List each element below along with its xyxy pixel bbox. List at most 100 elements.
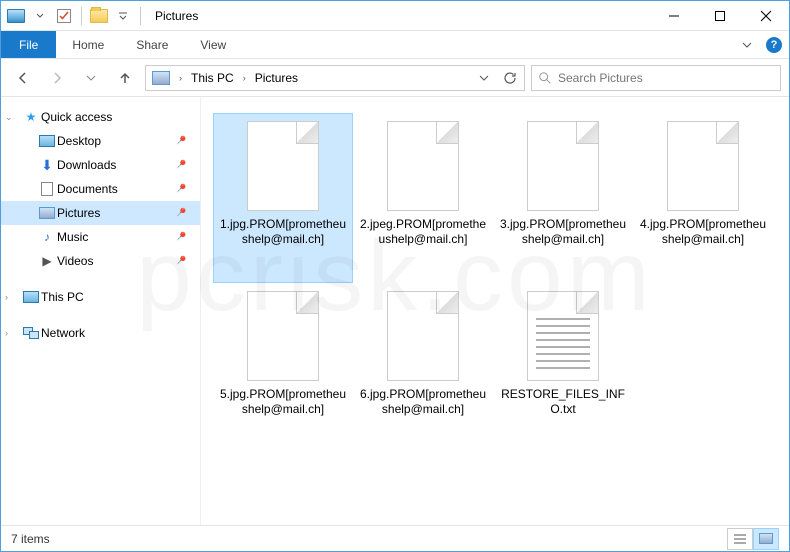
nav-bar: › This PC › Pictures (1, 59, 789, 97)
search-box[interactable] (531, 65, 781, 91)
file-tile[interactable]: 2.jpeg.PROM[prometheushelp@mail.ch] (353, 113, 493, 283)
address-dropdown[interactable] (472, 66, 496, 90)
videos-icon: ▶ (37, 254, 57, 268)
file-name: 2.jpeg.PROM[prometheushelp@mail.ch] (357, 217, 489, 247)
expand-icon[interactable]: › (5, 328, 8, 338)
pin-icon: 📍 (171, 181, 188, 198)
location-folder-icon[interactable] (88, 5, 110, 27)
pin-icon: 📍 (171, 229, 188, 246)
file-name: 6.jpg.PROM[prometheushelp@mail.ch] (357, 387, 489, 417)
pin-icon: 📍 (171, 253, 188, 270)
ribbon: File Home Share View ? (1, 31, 789, 59)
monitor-icon (21, 291, 41, 303)
pictures-icon (37, 207, 57, 219)
address-bar[interactable]: › This PC › Pictures (145, 65, 525, 91)
help-button[interactable]: ? (759, 31, 789, 58)
main-area: ⌄ ★ Quick access Desktop📍⬇Downloads📍Docu… (1, 97, 789, 525)
nav-pane: ⌄ ★ Quick access Desktop📍⬇Downloads📍Docu… (1, 97, 201, 525)
chevron-right-icon[interactable]: › (176, 73, 185, 83)
sidebar-label: Quick access (41, 110, 112, 124)
crumb-pictures[interactable]: Pictures (251, 66, 302, 90)
search-input[interactable] (558, 71, 774, 85)
file-pane[interactable]: 1.jpg.PROM[prometheushelp@mail.ch] 2.jpeg… (201, 97, 789, 525)
file-name: 4.jpg.PROM[prometheushelp@mail.ch] (637, 217, 769, 247)
location-icon[interactable] (148, 66, 174, 90)
close-button[interactable] (743, 1, 789, 31)
back-button[interactable] (9, 64, 37, 92)
file-icon (667, 121, 739, 211)
view-large-icons-button[interactable] (753, 528, 779, 550)
tab-view[interactable]: View (184, 31, 242, 58)
up-button[interactable] (111, 64, 139, 92)
file-icon (387, 121, 459, 211)
file-tab[interactable]: File (1, 31, 56, 58)
sidebar-item-label: Desktop (57, 134, 101, 148)
search-icon (538, 71, 552, 85)
sidebar-item-music[interactable]: ♪Music 📍 (1, 225, 200, 249)
file-tile[interactable]: RESTORE_FILES_INFO.txt (493, 283, 633, 453)
status-bar: 7 items (1, 525, 789, 551)
pin-icon: 📍 (171, 133, 188, 150)
minimize-button[interactable] (651, 1, 697, 31)
sidebar-item-label: Documents (57, 182, 118, 196)
collapse-icon[interactable]: ⌄ (5, 112, 13, 123)
sidebar-item-label: Pictures (57, 206, 100, 220)
file-name: 3.jpg.PROM[prometheushelp@mail.ch] (497, 217, 629, 247)
sidebar-quick-access[interactable]: ⌄ ★ Quick access (1, 105, 200, 129)
sidebar-item-videos[interactable]: ▶Videos 📍 (1, 249, 200, 273)
sidebar-item-label: Music (57, 230, 88, 244)
sidebar-network[interactable]: › Network (1, 321, 200, 345)
ribbon-expand[interactable] (735, 31, 759, 58)
downloads-icon: ⬇ (37, 157, 57, 174)
file-icon (247, 121, 319, 211)
qat-customize[interactable] (112, 5, 134, 27)
file-tile[interactable]: 3.jpg.PROM[prometheushelp@mail.ch] (493, 113, 633, 283)
expand-icon[interactable]: › (5, 292, 8, 302)
file-tile[interactable]: 5.jpg.PROM[prometheushelp@mail.ch] (213, 283, 353, 453)
star-icon: ★ (21, 110, 41, 124)
maximize-button[interactable] (697, 1, 743, 31)
sidebar-label: Network (41, 326, 85, 340)
file-tile[interactable]: 4.jpg.PROM[prometheushelp@mail.ch] (633, 113, 773, 283)
refresh-button[interactable] (498, 66, 522, 90)
file-icon (387, 291, 459, 381)
separator (140, 7, 141, 25)
sidebar-item-label: Videos (57, 254, 93, 268)
sidebar-item-desktop[interactable]: Desktop 📍 (1, 129, 200, 153)
chevron-right-icon[interactable]: › (240, 73, 249, 83)
documents-icon (37, 182, 57, 196)
sidebar-item-label: Downloads (57, 158, 116, 172)
file-icon (247, 291, 319, 381)
window-controls (651, 1, 789, 31)
network-icon (21, 327, 41, 339)
sidebar-this-pc[interactable]: › This PC (1, 285, 200, 309)
file-icon (527, 121, 599, 211)
crumb-this-pc[interactable]: This PC (187, 66, 238, 90)
music-icon: ♪ (37, 230, 57, 244)
file-name: RESTORE_FILES_INFO.txt (497, 387, 629, 417)
tab-share[interactable]: Share (120, 31, 184, 58)
title-bar: Pictures (1, 1, 789, 31)
file-icon (527, 291, 599, 381)
file-tile[interactable]: 6.jpg.PROM[prometheushelp@mail.ch] (353, 283, 493, 453)
forward-button[interactable] (43, 64, 71, 92)
sidebar-item-downloads[interactable]: ⬇Downloads 📍 (1, 153, 200, 177)
pin-icon: 📍 (171, 157, 188, 174)
recent-dropdown[interactable] (77, 64, 105, 92)
qat-dropdown[interactable] (29, 5, 51, 27)
qat-properties[interactable] (53, 5, 75, 27)
view-details-button[interactable] (727, 528, 753, 550)
explorer-app-icon[interactable] (5, 5, 27, 27)
separator (81, 7, 82, 25)
file-name: 1.jpg.PROM[prometheushelp@mail.ch] (217, 217, 349, 247)
desktop-icon (37, 135, 57, 147)
sidebar-item-pictures[interactable]: Pictures📍 (1, 201, 200, 225)
sidebar-label: This PC (41, 290, 84, 304)
file-tile[interactable]: 1.jpg.PROM[prometheushelp@mail.ch] (213, 113, 353, 283)
quick-access-toolbar (1, 5, 149, 27)
tab-home[interactable]: Home (56, 31, 120, 58)
help-icon: ? (766, 37, 782, 53)
file-name: 5.jpg.PROM[prometheushelp@mail.ch] (217, 387, 349, 417)
window-title: Pictures (155, 9, 198, 23)
sidebar-item-documents[interactable]: Documents 📍 (1, 177, 200, 201)
